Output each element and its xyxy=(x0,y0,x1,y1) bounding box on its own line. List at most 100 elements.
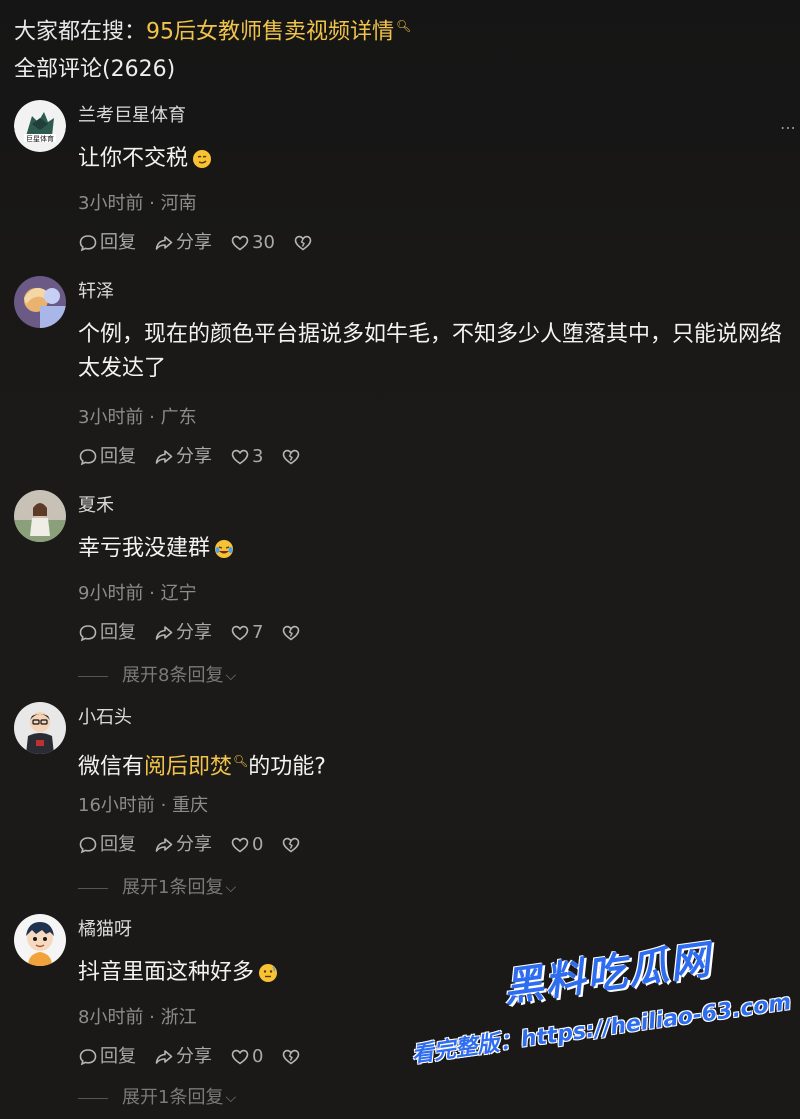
reply-icon xyxy=(79,837,97,854)
avatar[interactable] xyxy=(14,914,66,966)
reply-icon xyxy=(79,625,97,642)
comment-username[interactable]: 小石头 xyxy=(78,706,132,730)
comment-search-link[interactable]: 阅后即焚 xyxy=(144,754,232,779)
avatar[interactable] xyxy=(14,276,66,328)
share-label: 分享 xyxy=(176,232,212,253)
comment-time-location: 8小时前 · 浙江 xyxy=(78,1007,197,1028)
like-button[interactable]: 3 xyxy=(230,445,263,469)
reply-label: 回复 xyxy=(100,232,136,253)
expand-replies-label: 展开1条回复 xyxy=(122,877,224,898)
reply-button[interactable]: 回复 xyxy=(78,1045,136,1069)
reply-icon xyxy=(79,235,97,252)
trending-search[interactable]: 大家都在搜：95后女教师售卖视频详情 🔍︎ xyxy=(14,12,411,46)
comment-item: 巨星体育 兰考巨星体育 让你不交税 3小时前 · 河南 回复 分享 30 xyxy=(14,100,794,260)
user-avatar-icon xyxy=(14,702,66,754)
comment-time-location: 3小时前 · 河南 xyxy=(78,193,197,214)
like-count: 7 xyxy=(252,622,264,643)
heart-icon xyxy=(231,449,249,465)
comment-actions: 回复 分享 30 xyxy=(78,230,333,256)
heart-icon xyxy=(231,837,249,853)
like-button[interactable]: 30 xyxy=(230,231,275,255)
reply-button[interactable]: 回复 xyxy=(78,621,136,645)
search-icon: 🔍︎ xyxy=(233,754,249,768)
reply-icon xyxy=(79,449,97,466)
like-button[interactable]: 7 xyxy=(230,621,263,645)
expand-replies-button[interactable]: 展开1条回复 ⌵ xyxy=(78,876,236,900)
comment-text: 幸亏我没建群 xyxy=(78,532,794,566)
dislike-button[interactable] xyxy=(293,233,315,253)
comment-item: 轩泽 个例，现在的颜色平台据说多如牛毛，不知多少人堕落其中，只能说网络太发达了 … xyxy=(14,276,794,476)
comment-time-location: 3小时前 · 广东 xyxy=(78,407,197,428)
expand-replies-label: 展开8条回复 xyxy=(122,665,224,686)
like-count: 30 xyxy=(252,232,275,253)
share-icon xyxy=(155,626,173,640)
search-icon: 🔍︎ xyxy=(396,19,412,33)
laugh-cry-emoji xyxy=(215,540,234,558)
user-avatar-icon xyxy=(14,914,66,966)
avatar[interactable] xyxy=(14,702,66,754)
dislike-button[interactable] xyxy=(281,835,303,855)
reply-icon xyxy=(79,1049,97,1066)
heart-icon xyxy=(231,625,249,641)
heart-icon xyxy=(231,1049,249,1065)
comment-actions: 回复 分享 7 xyxy=(78,620,321,646)
expand-replies-button[interactable]: 展开8条回复 ⌵ xyxy=(78,664,236,688)
chevron-down-icon: ⌵ xyxy=(225,668,237,684)
expand-replies-label: 展开1条回复 xyxy=(122,1087,224,1108)
like-count: 0 xyxy=(252,834,264,855)
share-button[interactable]: 分享 xyxy=(154,445,212,469)
avatar[interactable] xyxy=(14,490,66,542)
comment-text-before: 微信有 xyxy=(78,754,145,780)
comments-count-title: 全部评论(2626) xyxy=(14,57,176,82)
comment-actions: 回复 分享 0 xyxy=(78,1044,321,1070)
reply-button[interactable]: 回复 xyxy=(78,445,136,469)
share-icon xyxy=(155,236,173,250)
avatar[interactable]: 巨星体育 xyxy=(14,100,66,152)
chevron-down-icon: ⌵ xyxy=(225,1090,237,1106)
comment-text: 让你不交税 xyxy=(78,142,794,176)
share-button[interactable]: 分享 xyxy=(154,231,212,255)
like-count: 3 xyxy=(252,446,264,467)
svg-text:巨星体育: 巨星体育 xyxy=(26,134,54,143)
divider xyxy=(78,887,108,889)
user-avatar-icon xyxy=(14,276,66,328)
share-button[interactable]: 分享 xyxy=(154,833,212,857)
dragon-logo-icon: 巨星体育 xyxy=(14,100,66,152)
broken-heart-icon xyxy=(283,1049,300,1065)
reply-label: 回复 xyxy=(100,1046,136,1067)
share-label: 分享 xyxy=(176,446,212,467)
reply-button[interactable]: 回复 xyxy=(78,833,136,857)
like-button[interactable]: 0 xyxy=(230,833,263,857)
comment-username[interactable]: 夏禾 xyxy=(78,494,114,518)
dislike-button[interactable] xyxy=(281,623,303,643)
comment-time-location: 16小时前 · 重庆 xyxy=(78,795,209,816)
dislike-button[interactable] xyxy=(281,447,303,467)
share-label: 分享 xyxy=(176,622,212,643)
share-icon xyxy=(155,450,173,464)
broken-heart-icon xyxy=(283,449,300,465)
dislike-button[interactable] xyxy=(281,1047,303,1067)
share-label: 分享 xyxy=(176,834,212,855)
smirk-emoji xyxy=(193,150,212,168)
reply-button[interactable]: 回复 xyxy=(78,231,136,255)
comment-item: 夏禾 幸亏我没建群 9小时前 · 辽宁 回复 分享 7 展开8条回复 ⌵ xyxy=(14,490,794,690)
reply-label: 回复 xyxy=(100,834,136,855)
comment-actions: 回复 分享 3 xyxy=(78,444,321,470)
comment-username[interactable]: 轩泽 xyxy=(78,280,114,304)
comment-actions: 回复 分享 0 xyxy=(78,832,321,858)
share-button[interactable]: 分享 xyxy=(154,1045,212,1069)
trending-search-link[interactable]: 95后女教师售卖视频详情 xyxy=(146,19,394,44)
chevron-down-icon: ⌵ xyxy=(225,880,237,896)
divider xyxy=(78,1097,108,1099)
comment-username[interactable]: 兰考巨星体育 xyxy=(78,104,186,128)
awkward-emoji xyxy=(259,964,278,982)
comment-text: 个例，现在的颜色平台据说多如牛毛，不知多少人堕落其中，只能说网络太发达了 xyxy=(78,322,783,381)
reply-label: 回复 xyxy=(100,622,136,643)
comment-text: 微信有阅后即焚🔍︎的功能? xyxy=(78,744,794,784)
broken-heart-icon xyxy=(283,837,300,853)
expand-replies-button[interactable]: 展开1条回复 ⌵ xyxy=(78,1086,236,1110)
like-button[interactable]: 0 xyxy=(230,1045,263,1069)
share-button[interactable]: 分享 xyxy=(154,621,212,645)
share-icon xyxy=(155,1050,173,1064)
comment-username[interactable]: 橘猫呀 xyxy=(78,918,132,942)
